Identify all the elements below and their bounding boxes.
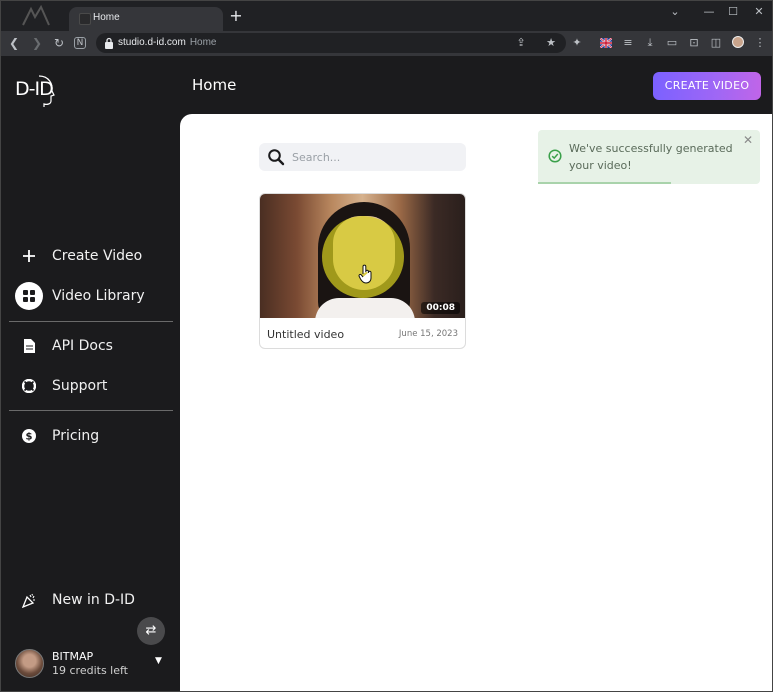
sidebar-item-label: API Docs [52, 338, 113, 354]
create-video-button[interactable]: CREATE VIDEO [653, 72, 761, 100]
toast-message: We've successfully generated your video! [569, 142, 733, 172]
reload-icon[interactable]: ↻ [52, 36, 66, 50]
sidebar-item-label: Video Library [52, 288, 145, 304]
plus-icon [15, 242, 43, 270]
tab-favicon-icon [79, 13, 91, 25]
reading-list-icon[interactable]: ≡ [621, 36, 635, 50]
video-card[interactable]: 00:08 Untitled video June 15, 2023 [259, 193, 466, 349]
new-tab-button[interactable]: + [229, 8, 243, 24]
main-content: 00:08 Untitled video June 15, 2023 We've… [180, 114, 772, 691]
sidebar-item-new-in-did[interactable]: New in D-ID [15, 585, 175, 615]
search-bar[interactable] [259, 143, 466, 171]
browser-window: Home + ⌄ — ☐ ✕ ❮ ❯ ↻ N studio.d-id.com Ho… [0, 0, 773, 692]
sidebar: D-ID Create Video Video Library API Docs… [1, 56, 180, 691]
window-logo-icon [22, 5, 50, 26]
video-thumbnail[interactable]: 00:08 [260, 194, 465, 318]
brand-head-icon [38, 75, 55, 107]
hand-cursor-icon [358, 264, 372, 284]
bookmark-star-icon[interactable]: ★ [544, 36, 558, 50]
click-highlight [322, 216, 404, 298]
lock-icon [105, 37, 113, 49]
user-credits: 19 credits left [52, 664, 128, 677]
tab-search-chevron-icon[interactable]: ⌄ [665, 4, 685, 20]
maximize-icon[interactable]: ☐ [723, 4, 743, 20]
thumbnail-shirt-shape [315, 298, 415, 318]
browser-toolbar: ❮ ❯ ↻ N studio.d-id.com Home ⇪ ★ ✦ ≡ ⤓ ▭ … [1, 31, 772, 56]
avatar [15, 649, 44, 678]
success-toast: We've successfully generated your video!… [538, 130, 760, 184]
app-root: D-ID Create Video Video Library API Docs… [1, 56, 772, 691]
party-popper-icon [15, 586, 43, 614]
uk-flag-icon[interactable] [599, 36, 613, 50]
close-icon[interactable]: ✕ [742, 134, 754, 146]
dollar-icon: $ [15, 422, 43, 450]
url-domain: studio.d-id.com [118, 37, 186, 48]
sidebar-divider [9, 410, 173, 411]
tab-title: Home [93, 12, 120, 23]
url-page: Home [189, 37, 217, 48]
toast-progress-bar [538, 182, 672, 184]
grid-icon [15, 282, 43, 310]
switch-account-button[interactable]: ⇄ [137, 617, 165, 645]
share-icon[interactable]: ⇪ [514, 36, 528, 50]
video-duration: 00:08 [421, 302, 460, 314]
notion-extension-icon[interactable]: N [74, 37, 86, 49]
menu-kebab-icon[interactable]: ⋮ [753, 36, 767, 50]
browser-tab-strip: Home + ⌄ — ☐ ✕ [1, 1, 772, 31]
video-date: June 15, 2023 [398, 329, 458, 339]
sidebar-item-label: New in D-ID [52, 592, 135, 608]
download-icon[interactable]: ⤓ [643, 36, 657, 50]
address-bar[interactable]: studio.d-id.com Home ⇪ ★ [96, 33, 566, 53]
sidebar-divider [9, 321, 173, 322]
page-title: Home [192, 76, 237, 94]
sidebar-item-label: Pricing [52, 428, 100, 444]
sidebar-item-pricing[interactable]: $ Pricing [15, 421, 175, 451]
sidebar-item-create-video[interactable]: Create Video [15, 241, 175, 271]
sidebar-item-label: Create Video [52, 248, 143, 264]
caret-down-icon: ▼ [155, 656, 162, 666]
search-icon [268, 149, 285, 166]
sidebar-item-label: Support [52, 378, 108, 394]
check-circle-icon [548, 149, 562, 163]
lifebuoy-icon [15, 372, 43, 400]
browser-tab-home[interactable]: Home [69, 7, 223, 31]
minimize-icon[interactable]: — [699, 4, 719, 20]
search-input[interactable] [292, 148, 457, 166]
back-icon[interactable]: ❮ [7, 36, 21, 50]
screenshot-icon[interactable]: ⊡ [687, 36, 701, 50]
forward-icon[interactable]: ❯ [30, 36, 44, 50]
url-text: studio.d-id.com Home [118, 37, 217, 48]
user-menu[interactable]: BITMAP 19 credits left ▼ [15, 648, 175, 682]
side-panel-icon[interactable]: ◫ [709, 36, 723, 50]
video-title: Untitled video [267, 328, 345, 341]
user-name: BITMAP [52, 650, 94, 663]
close-window-icon[interactable]: ✕ [749, 4, 769, 20]
sidebar-item-support[interactable]: Support [15, 371, 175, 401]
media-icon[interactable]: ▭ [665, 36, 679, 50]
profile-avatar-icon[interactable] [731, 36, 745, 50]
sidebar-item-api-docs[interactable]: API Docs [15, 331, 175, 361]
svg-text:$: $ [26, 432, 33, 443]
brand-logo[interactable]: D-ID [15, 74, 55, 108]
sidebar-item-video-library[interactable]: Video Library [15, 281, 175, 311]
document-icon [15, 332, 43, 360]
extension-puzzle-icon[interactable]: ✦ [570, 36, 584, 50]
